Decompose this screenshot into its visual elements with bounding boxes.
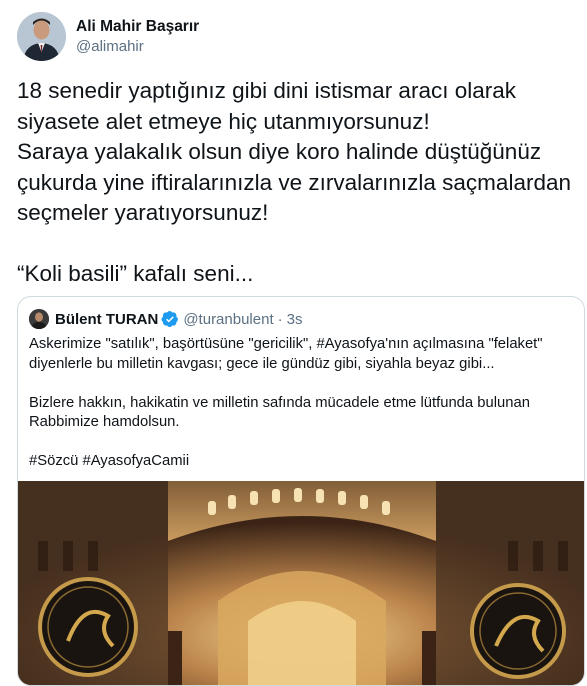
author-info: Ali Mahir Başarır @alimahir (76, 17, 199, 57)
verified-badge-icon (161, 310, 179, 328)
tweet-text-line: seçmeler yaratıyorsunuz! (17, 200, 269, 225)
quoted-tweet-text: Askerimize "satılık", başörtüsüne "geric… (29, 335, 569, 472)
hagia-sophia-interior-photo (18, 461, 584, 685)
quoted-text-line: diyenlerle bu milletin kavgası; gece ile… (29, 355, 495, 372)
tweet[interactable]: Ali Mahir Başarır @alimahir 18 senedir y… (0, 0, 587, 686)
quoted-text-line: Bizlere hakkın, hakikatin ve milletin sa… (29, 394, 530, 411)
author-handle[interactable]: @alimahir (76, 37, 199, 57)
tweet-text-line: “Koli basili” kafalı seni... (17, 260, 254, 286)
quoted-tweet-header: Bülent TURAN @turanbulent · 3s (29, 308, 302, 330)
tweet-text: 18 senedir yaptığınız gibi dini istismar… (17, 76, 577, 289)
tweet-text-line: siyasete alet etmeye hiç utanmıyorsunuz! (17, 108, 430, 134)
hashtags[interactable]: #Sözcü #AyasofyaCamii (29, 452, 569, 472)
tweet-text-line: Saraya yalakalık olsun diye koro halinde… (17, 139, 542, 164)
quoted-text-line: Rabbimize hamdolsun. (29, 414, 180, 430)
quoted-tweet[interactable]: Bülent TURAN @turanbulent · 3s Askerimiz… (17, 296, 585, 686)
profile-photo (17, 12, 66, 61)
quoted-author-name[interactable]: Bülent TURAN (55, 311, 158, 328)
author-name[interactable]: Ali Mahir Başarır (76, 17, 199, 37)
tweet-text-line: 18 senedir yaptığınız gibi dini istismar… (17, 78, 516, 103)
quoted-timestamp[interactable]: 3s (287, 311, 303, 328)
quoted-media-image[interactable] (18, 461, 584, 685)
quoted-avatar[interactable] (29, 309, 49, 329)
tweet-text-line: çukurda yine iftiralarınızla ve zırvalar… (17, 169, 571, 195)
quoted-text-line: Askerimize "satılık", başörtüsüne "geric… (29, 336, 543, 352)
separator-dot: · (277, 310, 283, 328)
quoted-author-handle[interactable]: @turanbulent (183, 311, 273, 328)
avatar[interactable] (17, 12, 66, 61)
quoted-profile-photo (29, 309, 49, 329)
